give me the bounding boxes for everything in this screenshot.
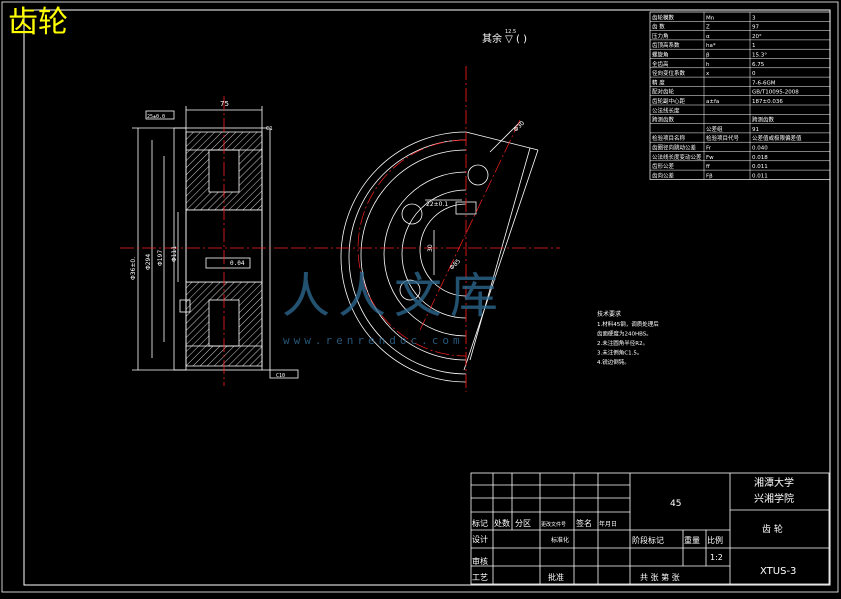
- gear-table-cell: 齿向公差: [652, 171, 675, 179]
- gear-table-cell: 0: [752, 71, 756, 77]
- tb-process: 工艺: [472, 573, 488, 582]
- tech-req-item: 1.材料45钢，调质处理后: [597, 320, 659, 328]
- material: 45: [670, 499, 681, 509]
- lightening-hole-left: [401, 203, 423, 225]
- gear-table-cell: 97: [752, 25, 759, 31]
- part-name: 齿 轮: [762, 523, 783, 535]
- gear-table-cell: 检验项目名称: [652, 134, 686, 142]
- gear-table-cell: 3: [752, 15, 756, 21]
- scale: 1:2: [710, 553, 723, 562]
- dim-key-width: 22±0.1: [426, 201, 448, 208]
- drawing-no: XTUS-3: [760, 566, 796, 577]
- gear-table-cell: h: [706, 62, 710, 68]
- ratio: 比例: [707, 535, 723, 545]
- corner-title: 齿轮: [8, 5, 68, 40]
- dim-dia-3: Φ111: [171, 246, 178, 262]
- gear-table-cell: 跨测齿数: [752, 116, 775, 124]
- gear-table-cell: 0.011: [752, 173, 768, 179]
- gear-table-cell: 15.3°: [752, 53, 767, 59]
- watermark: 人人文库: [282, 268, 507, 324]
- gear-table-cell: 7-6-6GM: [752, 80, 776, 86]
- dim-dia-1: Φ294: [145, 254, 152, 270]
- gear-table-cell: 20°: [752, 34, 762, 40]
- gear-table-cell: 跨测齿数: [652, 116, 675, 124]
- watermark-url: www.renrendoc.com: [283, 334, 464, 347]
- tb-sign: 签名: [576, 518, 592, 528]
- gear-table-cell: 1: [752, 43, 756, 49]
- gear-table-cell: 0.018: [752, 155, 768, 161]
- dim-dia-2: Φ197: [157, 250, 164, 266]
- dim-chamfer: C1: [266, 126, 273, 132]
- tb-mark: 标记: [472, 518, 488, 528]
- gear-table-cell: 0.040: [752, 146, 768, 152]
- dim-bottom-label: C10: [276, 373, 285, 379]
- gear-table-cell: 187±0.036: [752, 99, 783, 105]
- tb-change-doc: 更改文件号: [541, 521, 566, 528]
- gear-table-cell: Z: [706, 25, 710, 31]
- tech-req-item: 3.未注倒角C1.5。: [597, 349, 642, 357]
- dim-bore-small: Φ30: [512, 120, 526, 134]
- lightening-hole-top: [467, 164, 489, 186]
- gear-table-cell: 91: [752, 127, 759, 133]
- tech-req-title: 技术要求: [597, 310, 621, 318]
- tb-zone: 分区: [515, 519, 531, 528]
- stage-mark: 阶段标记: [632, 535, 664, 545]
- gear-table-cell: β: [706, 53, 710, 59]
- gear-table-cell: ff: [706, 164, 710, 170]
- gear-table-cell: 配对齿轮: [652, 88, 675, 96]
- tech-req-item: 4.锐边倒钝。: [597, 358, 630, 366]
- gear-table-cell: ha*: [706, 43, 716, 49]
- gear-table-cell: GB/T10095-2008: [752, 90, 799, 96]
- gear-table-cell: 齿 数: [652, 23, 665, 31]
- section-view: [132, 106, 299, 379]
- gear-table-cell: a±fa: [706, 99, 719, 105]
- tech-req-item: 2.未注圆角半径R2。: [597, 339, 648, 347]
- gear-table-cell: 6.75: [752, 62, 765, 68]
- gear-table-cell: 公差值或极限偏差值: [752, 134, 802, 142]
- dim-left-label: 25±0.0: [147, 114, 165, 120]
- school-name-1: 湘潭大学: [754, 476, 794, 489]
- gear-table-cell: 0.011: [752, 164, 768, 170]
- school-name-2: 兴湘学院: [754, 492, 794, 505]
- gear-table-cell: Fr: [706, 146, 712, 152]
- gear-table-cell: α: [706, 34, 710, 40]
- dim-key-t: 30: [427, 244, 434, 252]
- tb-count: 处数: [494, 518, 510, 528]
- gear-table-cell: 齿轮模数: [652, 13, 675, 21]
- technical-requirements: 技术要求 1.材料45钢，调质处理后齿面硬度为240HBS。2.未注圆角半径R2。…: [597, 310, 659, 366]
- dim-runout: 0.04: [230, 260, 245, 267]
- gear-table-cell: Mn: [706, 15, 715, 21]
- tb-design: 设计: [472, 534, 488, 544]
- gear-table-cell: 压力角: [652, 32, 669, 40]
- gear-table-cell: 螺旋角: [652, 51, 669, 59]
- gear-table-cell: 公法线长度: [652, 106, 680, 114]
- drawing-sheet: 75 25±0.0 Φ36±0. Φ294 Φ197 Φ111 0.04 C10…: [0, 0, 841, 595]
- gear-table-cell: 齿形公差: [652, 162, 675, 170]
- gear-table-cell: Fβ: [706, 173, 713, 179]
- tb-date: 年月日: [599, 520, 617, 528]
- gear-table-cell: 齿顶高系数: [652, 41, 680, 49]
- dim-top-width: 75: [220, 100, 229, 108]
- gear-table-cell: 齿圈径向跳动公差: [652, 144, 697, 152]
- gear-table-cell: x: [706, 71, 710, 77]
- gear-table-cell: 公差组: [706, 125, 723, 133]
- tech-req-item: 齿面硬度为240HBS。: [597, 330, 652, 338]
- gear-table-cell: 公法线长度变动公差: [652, 153, 702, 161]
- gear-table-cell: Fw: [706, 155, 714, 161]
- tb-approve: 批准: [548, 572, 564, 582]
- gear-table-cell: 全齿高: [652, 60, 669, 68]
- sheets: 共 张 第 张: [640, 572, 680, 582]
- gear-parameter-table: 齿轮模数 Mn 3 齿 数 Z 97 压力角 α 20° 齿顶高系数 ha* 1 螺旋角 β 15.3° 全齿…: [649, 11, 831, 180]
- weight: 重量: [684, 535, 700, 545]
- gear-table-cell: 齿轮副中心距: [652, 97, 686, 105]
- gear-table-cell: 精 度: [652, 78, 665, 86]
- dim-dia-outer: Φ36±0.: [130, 257, 137, 280]
- gear-table-cell: 径向变位系数: [652, 69, 686, 77]
- gear-table-cell: 检验项目代号: [706, 134, 740, 142]
- surface-note-small: 12.5: [505, 29, 516, 35]
- tb-standard: 标准化: [551, 536, 569, 544]
- tb-review: 审核: [472, 556, 488, 566]
